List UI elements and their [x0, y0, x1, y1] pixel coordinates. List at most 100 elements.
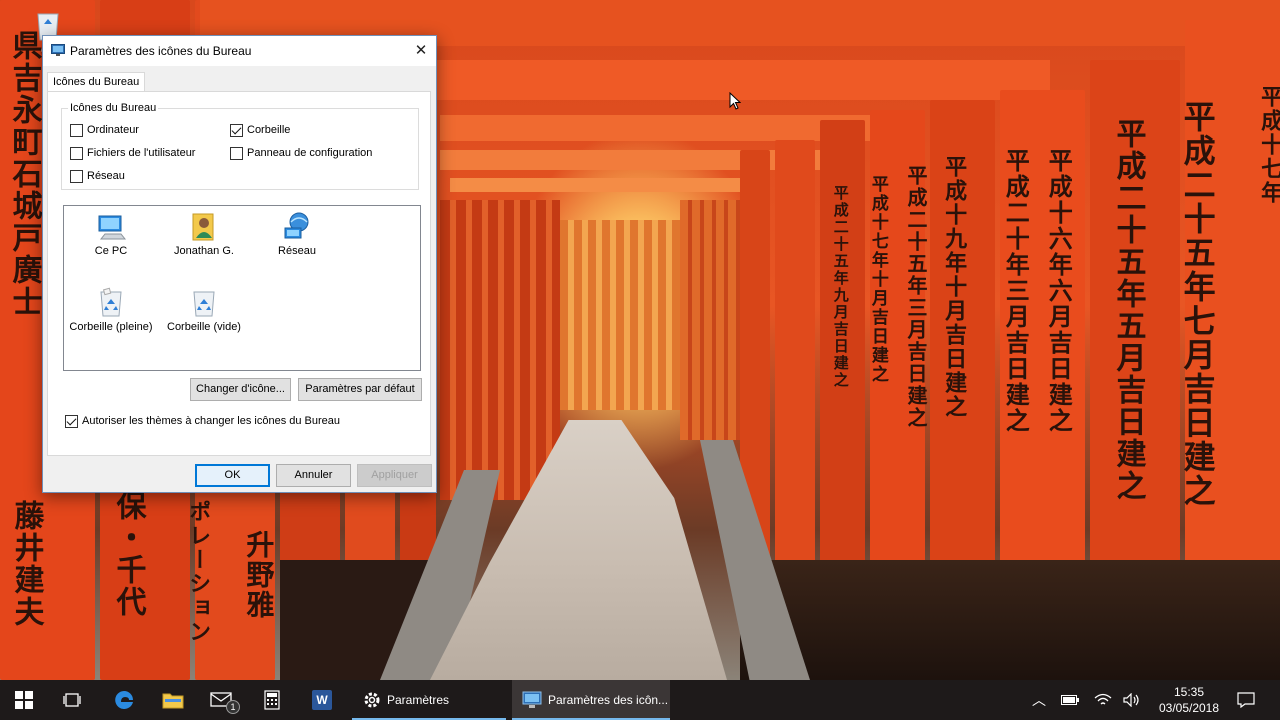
icon-label: Jonathan G.: [174, 245, 234, 257]
checkbox-label: Réseau: [87, 170, 125, 182]
change-icon-button[interactable]: Changer d'icône...: [190, 378, 291, 401]
mouse-cursor-icon: [729, 92, 741, 110]
torii-beam: [450, 178, 770, 192]
icon-label: Ce PC: [94, 245, 128, 257]
tunnel-center: [560, 220, 680, 410]
ok-button[interactable]: OK: [195, 464, 270, 487]
taskbar-calculator[interactable]: [248, 680, 296, 720]
checkbox-label: Fichiers de l'utilisateur: [87, 147, 196, 159]
volume-tray[interactable]: [1122, 690, 1142, 710]
wifi-icon: [1094, 693, 1112, 705]
calligraphy: 保・千代: [110, 490, 146, 618]
gear-icon: [364, 692, 380, 708]
taskbar: 1 W Paramètres Paramètres des icôn... ︿: [0, 680, 1280, 720]
torii-post: [775, 140, 815, 600]
icon-label: Corbeille (pleine): [69, 321, 153, 333]
list-item[interactable]: Ce PC: [66, 210, 156, 257]
calligraphy: 平成十七年: [1257, 85, 1280, 205]
checkbox-label: Ordinateur: [87, 124, 139, 136]
chevron-up-icon: ︿: [1032, 692, 1046, 708]
taskbar-desktop-icon-dialog[interactable]: Paramètres des icôn...: [512, 680, 670, 720]
checkbox-box[interactable]: [230, 123, 243, 137]
battery-tray[interactable]: [1060, 690, 1080, 710]
taskbar-settings[interactable]: Paramètres: [352, 680, 506, 720]
dialog-titlebar[interactable]: Paramètres des icônes du Bureau ✕: [43, 36, 436, 66]
list-item[interactable]: Corbeille (vide): [159, 286, 249, 333]
recycle-bin-full-icon: [95, 286, 127, 318]
calligraphy: ポレーション: [185, 500, 212, 644]
calculator-icon: [264, 690, 280, 710]
edge-browser-icon: [115, 691, 133, 709]
calligraphy: 平成十九年十月吉日建之: [941, 155, 968, 419]
folder-icon: [162, 693, 184, 709]
taskbar-clock[interactable]: 15:35 03/05/2018: [1150, 684, 1228, 716]
desktop-icon-settings-dialog: Paramètres des icônes du Bureau ✕ Icônes…: [42, 35, 437, 493]
checkbox-label: Autoriser les thèmes à changer les icône…: [82, 415, 341, 427]
post-bases: [740, 560, 1280, 680]
user-folder-icon: [188, 210, 220, 242]
tab-panel: Icônes du Bureau Ordinateur Corbeille Fi…: [47, 91, 431, 456]
wifi-tray[interactable]: [1093, 690, 1113, 710]
checkbox-box[interactable]: [230, 146, 243, 160]
taskbar-file-explorer[interactable]: [149, 680, 197, 720]
display-settings-icon: [51, 44, 65, 56]
calligraphy: 平成二十五年五月吉日建之: [1110, 118, 1146, 502]
battery-icon: [1061, 695, 1079, 705]
close-icon: ✕: [414, 42, 428, 59]
calligraphy: 升野雅: [242, 530, 276, 620]
checkbox-box[interactable]: [70, 169, 83, 183]
list-item[interactable]: Corbeille (pleine): [66, 286, 156, 333]
close-button[interactable]: ✕: [406, 36, 436, 66]
restore-default-button[interactable]: Paramètres par défaut: [298, 378, 422, 401]
clock-time: 15:35: [1173, 685, 1205, 699]
apply-button[interactable]: Appliquer: [357, 464, 432, 487]
calligraphy: 平成十七年十月吉日建之: [867, 175, 888, 384]
icon-list[interactable]: Ce PC Jonathan G. Réseau Corbeille (plei…: [63, 205, 421, 371]
checkbox-allow-themes[interactable]: Autoriser les thèmes à changer les icône…: [65, 413, 340, 429]
checkbox-box[interactable]: [70, 123, 83, 137]
show-hidden-icons-button[interactable]: ︿: [1029, 690, 1049, 710]
action-center-button[interactable]: [1236, 690, 1256, 710]
checkbox-corbeille[interactable]: Corbeille: [230, 122, 290, 138]
checkbox-reseau[interactable]: Réseau: [70, 168, 125, 184]
calligraphy: 県吉永町石城戸廣士: [6, 30, 42, 318]
word-icon: W: [312, 690, 332, 710]
taskbar-edge[interactable]: [100, 680, 148, 720]
calligraphy: 平成二十五年七月吉日建之: [1178, 100, 1217, 508]
group-title: Icônes du Bureau: [68, 102, 159, 114]
icon-label: Réseau: [278, 245, 316, 257]
list-item[interactable]: Réseau: [252, 210, 342, 257]
checkbox-ordinateur[interactable]: Ordinateur: [70, 122, 139, 138]
mail-badge: 1: [226, 700, 240, 714]
notification-icon: [1237, 692, 1255, 708]
calligraphy: 藤井建夫: [8, 500, 44, 628]
taskbar-dialog-label: Paramètres des icôn...: [548, 693, 669, 707]
computer-icon: [95, 210, 127, 242]
speaker-icon: [1123, 693, 1139, 707]
icon-label: Corbeille (vide): [167, 321, 241, 333]
tunnel-right-inner: [680, 200, 740, 440]
calligraphy: 平成二十五年三月吉日建之: [904, 165, 928, 429]
taskbar-word[interactable]: W: [298, 680, 346, 720]
taskbar-mail[interactable]: 1: [198, 680, 246, 720]
tab-desktop-icons[interactable]: Icônes du Bureau: [47, 72, 146, 92]
start-button[interactable]: [0, 680, 48, 720]
checkbox-label: Corbeille: [247, 124, 291, 136]
task-view-button[interactable]: [48, 680, 96, 720]
calligraphy: 平成十六年六月吉日建之: [1044, 148, 1074, 434]
checkbox-label: Panneau de configuration: [247, 147, 373, 159]
display-settings-icon: [522, 691, 542, 708]
task-view-icon: [63, 693, 81, 707]
checkbox-box[interactable]: [70, 146, 83, 160]
clock-date: 03/05/2018: [1158, 701, 1220, 715]
cancel-button[interactable]: Annuler: [276, 464, 351, 487]
desktop-icons-group: Icônes du Bureau Ordinateur Corbeille Fi…: [61, 102, 419, 190]
network-icon: [281, 210, 313, 242]
calligraphy: 平成二十年三月吉日建之: [1001, 148, 1031, 434]
checkbox-panneau-configuration[interactable]: Panneau de configuration: [230, 145, 372, 161]
taskbar-settings-label: Paramètres: [387, 693, 450, 707]
windows-logo-icon: [15, 691, 33, 709]
checkbox-fichiers-utilisateur[interactable]: Fichiers de l'utilisateur: [70, 145, 195, 161]
list-item[interactable]: Jonathan G.: [159, 210, 249, 257]
checkbox-box[interactable]: [65, 414, 78, 428]
